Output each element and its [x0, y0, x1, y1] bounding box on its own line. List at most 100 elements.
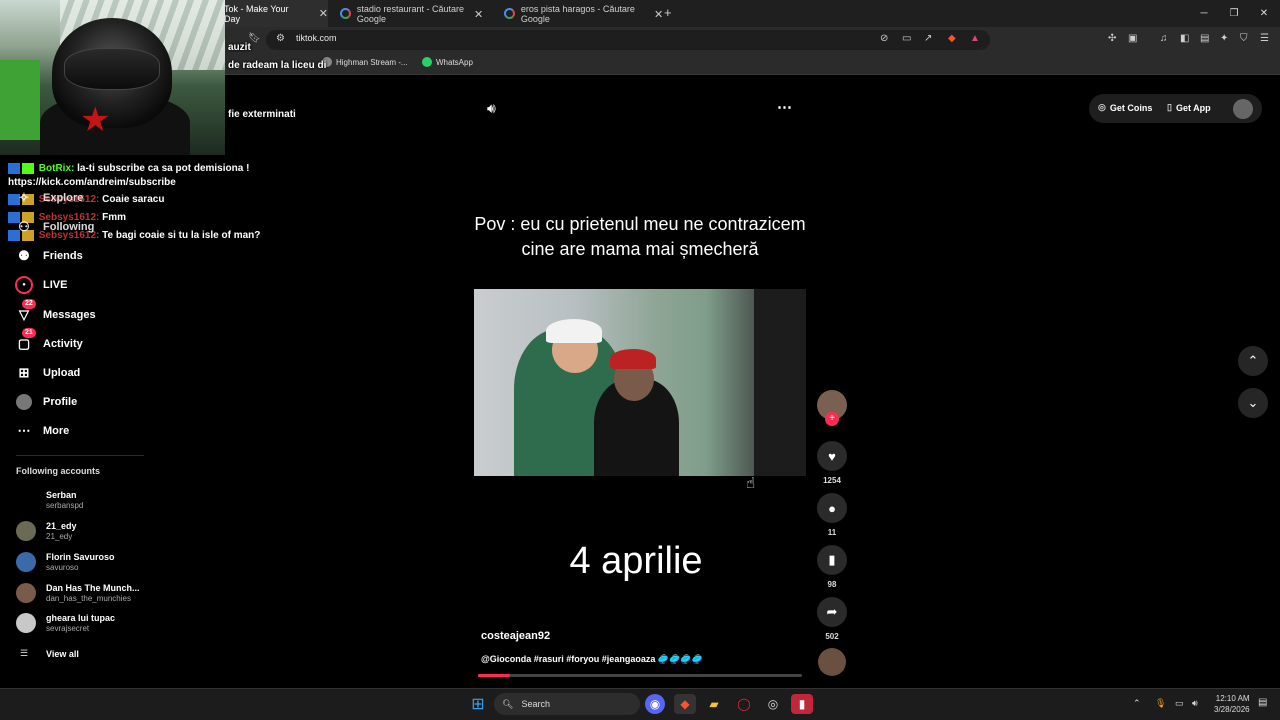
- google-icon: [340, 8, 351, 19]
- sidebar-item-label: Explore: [43, 192, 84, 204]
- comment-button[interactable]: ● 11: [817, 493, 847, 537]
- sidebar-toggle-icon[interactable]: ◧: [1180, 33, 1189, 44]
- menu-icon[interactable]: ☰: [1260, 33, 1269, 44]
- vpn-icon[interactable]: ⛉: [1240, 33, 1248, 44]
- account-handle: serbanspd: [46, 501, 84, 510]
- avatar: [16, 583, 36, 603]
- screenshot-icon[interactable]: ▣: [1128, 33, 1137, 44]
- sidebar-item-label: Upload: [43, 367, 81, 379]
- sidebar-item-messages[interactable]: ▽ 22 Messages: [14, 299, 96, 325]
- close-tab-icon[interactable]: ✕: [319, 7, 328, 20]
- get-app-button[interactable]: ▯ Get App: [1167, 102, 1211, 113]
- chat-badge-icon: [8, 163, 20, 174]
- search-icon: 🔍︎: [502, 698, 514, 709]
- creator-avatar[interactable]: +: [817, 390, 847, 426]
- chevron-up-icon[interactable]: ⌃: [1133, 698, 1141, 709]
- close-window-icon[interactable]: ✕: [1248, 0, 1280, 27]
- bookmark-whatsapp[interactable]: WhatsApp: [422, 57, 473, 67]
- account-item[interactable]: gheara lui tupac sevrajsecret: [16, 613, 115, 633]
- avatar: [16, 613, 36, 633]
- account-item[interactable]: Serban serbanspd: [16, 490, 83, 510]
- obs-icon[interactable]: ◎: [762, 694, 784, 714]
- volume-icon[interactable]: 🔊︎: [487, 100, 496, 117]
- new-tab-button[interactable]: +: [664, 5, 672, 20]
- previous-video-button[interactable]: ⌃: [1238, 346, 1268, 376]
- video-progress-bar[interactable]: [478, 674, 802, 677]
- heart-icon: ♥: [817, 441, 847, 471]
- volume-tray-icon[interactable]: 🔊︎: [1192, 698, 1198, 709]
- video-frame[interactable]: [474, 289, 806, 476]
- taskbar-search[interactable]: 🔍︎ Search: [494, 693, 640, 715]
- follow-plus-icon[interactable]: +: [825, 412, 839, 426]
- view-all-link[interactable]: View all: [46, 649, 79, 659]
- bookmark-label: WhatsApp: [436, 57, 473, 67]
- webcam-visor: [64, 48, 160, 90]
- compass-icon: ✧: [18, 190, 30, 205]
- sidebar-item-profile[interactable]: Profile: [14, 392, 77, 412]
- tab-google-eros[interactable]: eros pista haragos - Căutare Google: [498, 0, 663, 27]
- video-author[interactable]: costeajean92: [481, 630, 550, 642]
- sidebar-item-explore[interactable]: ✧ Explore: [14, 188, 84, 208]
- bookmark-highman[interactable]: Highman Stream -...: [322, 57, 408, 67]
- account-item[interactable]: Dan Has The Munch... dan_has_the_munchies: [16, 583, 140, 603]
- url-text[interactable]: tiktok.com: [296, 33, 337, 43]
- site-info-icon[interactable]: ⚙︎: [276, 33, 285, 44]
- video-cabinet: [754, 289, 806, 476]
- clock[interactable]: 12:10 AM 3/28/2026: [1214, 693, 1250, 715]
- microphone-icon[interactable]: 🎙︎: [1155, 698, 1166, 709]
- file-explorer-icon[interactable]: ▰: [703, 694, 725, 714]
- share-button[interactable]: ➦ 502: [817, 597, 847, 641]
- more-options-icon[interactable]: ⋯: [777, 98, 792, 116]
- sound-avatar[interactable]: [818, 648, 846, 676]
- webcam-star-logo: ★: [80, 101, 111, 139]
- sidebar-item-friends[interactable]: ⚉ Friends: [14, 246, 83, 266]
- sidebar-item-more[interactable]: ⋯ More: [14, 421, 70, 441]
- wallet-icon[interactable]: ▤: [1200, 33, 1209, 44]
- video-caption[interactable]: @Gioconda #rasuri #foryou #jeangaoaza 🥏🥏…: [481, 654, 703, 665]
- sidebar-item-label: Friends: [43, 250, 83, 262]
- save-button[interactable]: ▮ 98: [817, 545, 847, 589]
- sidebar-item-following[interactable]: ⚇ Following: [14, 217, 94, 237]
- opera-icon[interactable]: ◯: [733, 694, 755, 714]
- chat-username: BotRix:: [38, 163, 75, 175]
- avatar: [16, 552, 36, 572]
- tab-label: Tok - Make Your Day: [224, 3, 289, 24]
- share-icon[interactable]: ↗: [924, 33, 932, 44]
- chat-message: Coaie saracu: [102, 194, 165, 206]
- account-name: 21_edy: [46, 521, 77, 531]
- get-coins-label: Get Coins: [1109, 102, 1153, 113]
- brave-rewards-icon[interactable]: ▲: [970, 33, 980, 44]
- leo-ai-icon[interactable]: ✦: [1220, 33, 1228, 44]
- account-item[interactable]: 21_edy 21_edy: [16, 521, 77, 541]
- whatsapp-icon: [422, 57, 432, 67]
- sidebar-item-upload[interactable]: ⊞ Upload: [14, 363, 81, 383]
- brave-shield-icon[interactable]: ◆: [948, 33, 956, 44]
- no-tracking-icon[interactable]: ⊘: [880, 33, 888, 44]
- get-coins-button[interactable]: ◎ Get Coins: [1098, 102, 1152, 113]
- media-icon[interactable]: ♫: [1160, 33, 1168, 44]
- tab-google-stadio[interactable]: stadio restaurant - Căutare Google: [334, 0, 494, 27]
- cast-icon[interactable]: ▭: [902, 33, 911, 44]
- app-icon[interactable]: ▮: [791, 694, 813, 714]
- like-button[interactable]: ♥ 1254: [817, 441, 847, 485]
- close-tab-icon[interactable]: ✕: [474, 8, 483, 21]
- discord-icon[interactable]: ◉: [645, 694, 665, 714]
- extensions-icon[interactable]: ✣: [1108, 33, 1116, 44]
- video-person-cap: [546, 319, 602, 343]
- brave-icon[interactable]: ◆: [674, 694, 696, 714]
- profile-icon: [14, 392, 34, 412]
- windows-start-icon[interactable]: ⊞: [467, 694, 489, 714]
- sidebar-item-live[interactable]: ● LIVE: [14, 275, 67, 295]
- chat-message: https://kick.com/andreim/subscribe: [8, 177, 176, 188]
- more-icon: ⋯: [17, 423, 31, 438]
- tab-tiktok[interactable]: Tok - Make Your Day ✕: [218, 0, 328, 27]
- sidebar-item-activity[interactable]: ▢ 21 Activity: [14, 328, 83, 354]
- minimize-icon[interactable]: ─: [1188, 0, 1220, 27]
- restore-icon[interactable]: ❐: [1218, 0, 1250, 27]
- close-tab-icon[interactable]: ✕: [654, 8, 663, 21]
- user-avatar[interactable]: [1233, 99, 1253, 119]
- network-icon[interactable]: ▭: [1175, 698, 1184, 709]
- account-item[interactable]: Florin Savuroso savuroso: [16, 552, 115, 572]
- notifications-icon[interactable]: ▤: [1258, 697, 1267, 708]
- next-video-button[interactable]: ⌄: [1238, 388, 1268, 418]
